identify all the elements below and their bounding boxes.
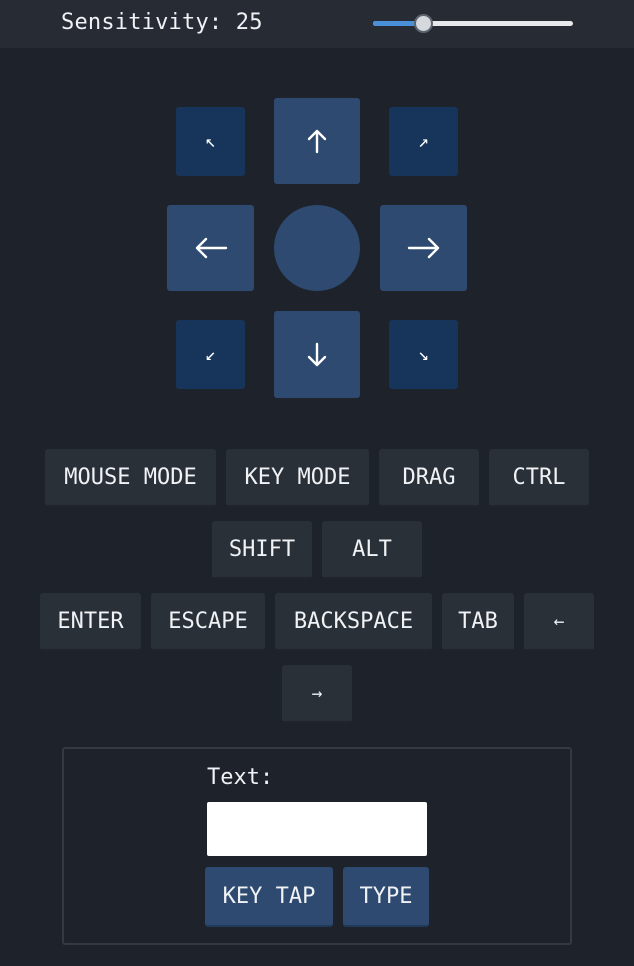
shift-button[interactable]: SHIFT <box>212 521 312 579</box>
type-label: TYPE <box>359 883 413 909</box>
sensitivity-label: Sensitivity: 25 <box>61 10 263 35</box>
arrow-down-left-icon: ↙ <box>205 344 216 365</box>
drag-button[interactable]: DRAG <box>379 449 479 507</box>
shift-label: SHIFT <box>228 536 296 562</box>
type-button[interactable]: TYPE <box>343 867 429 927</box>
key-tap-label: KEY TAP <box>222 883 316 909</box>
sensitivity-slider[interactable] <box>373 14 573 33</box>
up-button[interactable] <box>274 98 360 184</box>
left-arrow-key-button[interactable]: ← <box>524 593 594 651</box>
up-left-button[interactable]: ↖ <box>176 107 245 176</box>
down-right-button[interactable]: ↘ <box>389 320 458 389</box>
down-button[interactable] <box>274 311 360 398</box>
text-input[interactable] <box>207 802 427 856</box>
arrow-up-icon <box>307 129 327 154</box>
mouse-mode-button[interactable]: MOUSE MODE <box>45 449 216 507</box>
left-arrow-icon: ← <box>553 610 565 632</box>
tab-button[interactable]: TAB <box>442 593 514 651</box>
down-left-button[interactable]: ↙ <box>176 320 245 389</box>
center-circle-button[interactable] <box>274 205 360 291</box>
alt-button[interactable]: ALT <box>322 521 422 579</box>
escape-label: ESCAPE <box>168 608 248 634</box>
tab-label: TAB <box>458 608 498 634</box>
arrow-down-icon <box>307 342 327 366</box>
arrow-right-icon <box>407 237 439 259</box>
ctrl-label: CTRL <box>512 464 566 490</box>
right-button[interactable] <box>380 205 467 291</box>
up-right-button[interactable]: ↗ <box>389 107 458 176</box>
sensitivity-bar: Sensitivity: 25 <box>0 0 634 48</box>
drag-label: DRAG <box>402 464 456 490</box>
arrow-up-left-icon: ↖ <box>205 131 216 152</box>
key-mode-label: KEY MODE <box>244 464 351 490</box>
arrow-up-right-icon: ↗ <box>418 131 429 152</box>
right-arrow-icon: → <box>311 682 323 704</box>
escape-button[interactable]: ESCAPE <box>151 593 265 651</box>
right-arrow-key-button[interactable]: → <box>282 665 352 723</box>
left-button[interactable] <box>167 205 254 291</box>
slider-thumb[interactable] <box>413 14 433 33</box>
arrow-left-icon <box>195 237 227 259</box>
alt-label: ALT <box>352 536 392 562</box>
enter-button[interactable]: ENTER <box>40 593 141 651</box>
text-label: Text: <box>207 765 274 790</box>
mouse-mode-label: MOUSE MODE <box>64 464 197 490</box>
backspace-button[interactable]: BACKSPACE <box>275 593 432 651</box>
key-tap-button[interactable]: KEY TAP <box>205 867 333 927</box>
enter-label: ENTER <box>57 608 124 634</box>
ctrl-button[interactable]: CTRL <box>489 449 589 507</box>
arrow-down-right-icon: ↘ <box>418 344 429 365</box>
key-mode-button[interactable]: KEY MODE <box>226 449 369 507</box>
backspace-label: BACKSPACE <box>293 608 414 634</box>
